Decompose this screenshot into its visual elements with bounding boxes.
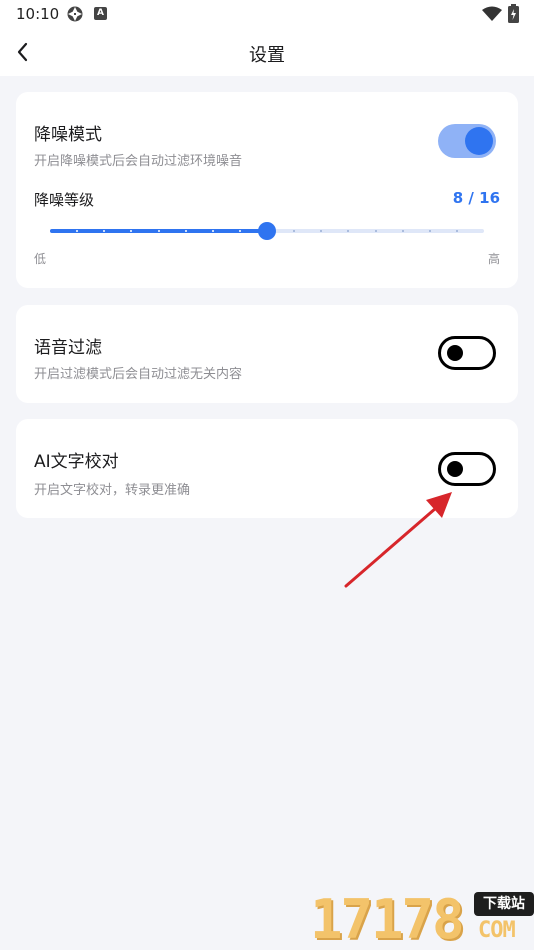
slider-tick (374, 230, 377, 232)
watermark-badge: 下载站 (474, 892, 534, 916)
watermark-domain: COM (478, 918, 516, 943)
noise-reduction-card: 降噪模式 开启降噪模式后会自动过滤环境噪音 降噪等级 8 / 16 低 高 (16, 92, 518, 288)
voice-filter-subtitle: 开启过滤模式后会自动过滤无关内容 (34, 367, 243, 382)
noise-level-label: 降噪等级 (34, 191, 95, 209)
slider-tick (428, 230, 431, 232)
aperture-icon (67, 6, 83, 22)
voice-filter-toggle[interactable] (438, 336, 496, 370)
toggle-knob (447, 345, 463, 361)
toggle-knob (447, 461, 463, 477)
nav-bar: 设置 (0, 28, 534, 76)
site-watermark: 17178 下载站 COM (310, 888, 534, 950)
noise-level-value: 8 / 16 (452, 189, 500, 207)
page-title: 设置 (249, 45, 285, 66)
slider-high-label: 高 (487, 252, 500, 266)
voice-filter-card: 语音过滤 开启过滤模式后会自动过滤无关内容 (16, 305, 518, 403)
status-bar: 10:10 A (0, 0, 534, 28)
status-time: 10:10 (16, 5, 60, 23)
noise-reduction-toggle[interactable] (438, 124, 496, 158)
ai-proofread-subtitle: 开启文字校对，转录更准确 (34, 483, 191, 498)
slider-tick (238, 230, 241, 232)
slider-tick (401, 230, 404, 232)
annotation-arrow-icon (344, 492, 452, 588)
slider-tick (184, 230, 187, 232)
noise-reduction-subtitle: 开启降噪模式后会自动过滤环境噪音 (34, 154, 243, 169)
wifi-icon (482, 6, 502, 21)
slider-thumb[interactable] (258, 222, 276, 240)
noise-reduction-title: 降噪模式 (34, 125, 102, 145)
toggle-knob (465, 127, 493, 155)
noise-level-slider[interactable] (50, 222, 484, 240)
watermark-digits: 17178 (310, 888, 465, 950)
voice-filter-title: 语音过滤 (34, 338, 102, 358)
notification-a-icon: A (94, 7, 107, 20)
ai-proofread-title: AI文字校对 (34, 452, 119, 472)
slider-tick (211, 230, 214, 232)
slider-tick (455, 230, 458, 232)
slider-tick (157, 230, 160, 232)
slider-low-label: 低 (34, 252, 47, 266)
battery-icon (508, 4, 519, 23)
